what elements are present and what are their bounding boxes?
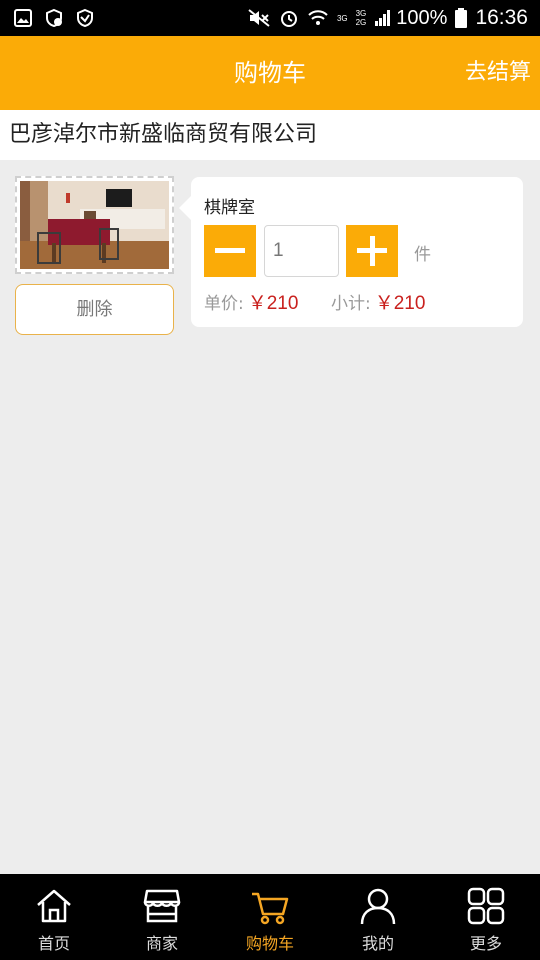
gallery-notification-icon <box>14 9 32 27</box>
unit-price: 单价: ￥210 <box>204 288 298 315</box>
signal-icon <box>375 10 391 26</box>
network-label: 3G <box>336 13 348 23</box>
product-thumbnail[interactable] <box>15 176 174 274</box>
network-label-mid: 3G <box>355 9 367 18</box>
status-bar-right: 3G 3G 2G 100% 16:36 <box>239 6 528 30</box>
checkout-button[interactable]: 去结算 <box>465 36 531 110</box>
shield-icon <box>77 8 93 28</box>
network-type-dual: 3G 2G <box>356 9 367 27</box>
quantity-unit: 件 <box>414 245 431 265</box>
subtotal-label: 小计: <box>331 294 371 314</box>
product-name: 棋牌室 <box>204 198 255 218</box>
nav-item-home[interactable]: 首页 <box>0 874 108 960</box>
nav-item-shop[interactable]: 商家 <box>108 874 216 960</box>
nav-label-mine: 我的 <box>361 934 394 953</box>
cart-icon <box>252 892 289 925</box>
status-bar-left <box>14 8 106 28</box>
status-bar: 3G 3G 2G 100% 16:36 <box>0 0 540 36</box>
unit-price-label: 单价: <box>204 294 244 314</box>
subtotal: 小计: ￥210 <box>331 288 425 315</box>
quantity-input[interactable] <box>264 225 339 277</box>
nav-label-cart: 购物车 <box>245 934 294 953</box>
nav-item-cart[interactable]: 购物车 <box>216 874 324 960</box>
wifi-icon <box>308 10 328 25</box>
app-header: 购物车 去结算 <box>0 36 540 110</box>
battery-icon <box>455 8 468 28</box>
page-title: 购物车 <box>234 59 306 87</box>
quantity-increase-button[interactable] <box>346 225 398 277</box>
shop-icon <box>143 889 181 923</box>
shop-bar: 巴彦淖尔市新盛临商贸有限公司 <box>0 110 540 160</box>
cart-item-card: 棋牌室 件 单价: ￥210 小计: ￥210 <box>179 177 523 327</box>
quantity-decrease-button[interactable] <box>204 225 256 277</box>
unit-price-value: ￥210 <box>247 293 299 314</box>
network-type-top: 3G <box>337 14 348 23</box>
grid-icon <box>467 887 505 925</box>
clock: 16:36 <box>475 6 528 29</box>
home-icon <box>37 889 71 923</box>
battery-percentage: 100% <box>396 6 448 29</box>
bottom-nav: 首页 商家 购物车 我的 更多 <box>0 874 540 960</box>
network-label-bottom: 2G <box>355 18 367 27</box>
shop-name: 巴彦淖尔市新盛临商贸有限公司 <box>9 122 318 147</box>
user-icon <box>360 888 396 925</box>
nav-item-mine[interactable]: 我的 <box>324 874 432 960</box>
subtotal-value: ￥210 <box>374 293 426 314</box>
nav-label-more: 更多 <box>469 934 502 953</box>
nav-item-more[interactable]: 更多 <box>432 874 540 960</box>
shield-check-icon <box>46 8 62 28</box>
alarm-icon <box>280 11 297 27</box>
nav-label-shop: 商家 <box>145 934 178 953</box>
mute-icon <box>248 9 270 27</box>
delete-button[interactable]: 删除 <box>15 284 174 335</box>
room-photo-image <box>20 181 169 269</box>
nav-label-home: 首页 <box>37 934 70 953</box>
